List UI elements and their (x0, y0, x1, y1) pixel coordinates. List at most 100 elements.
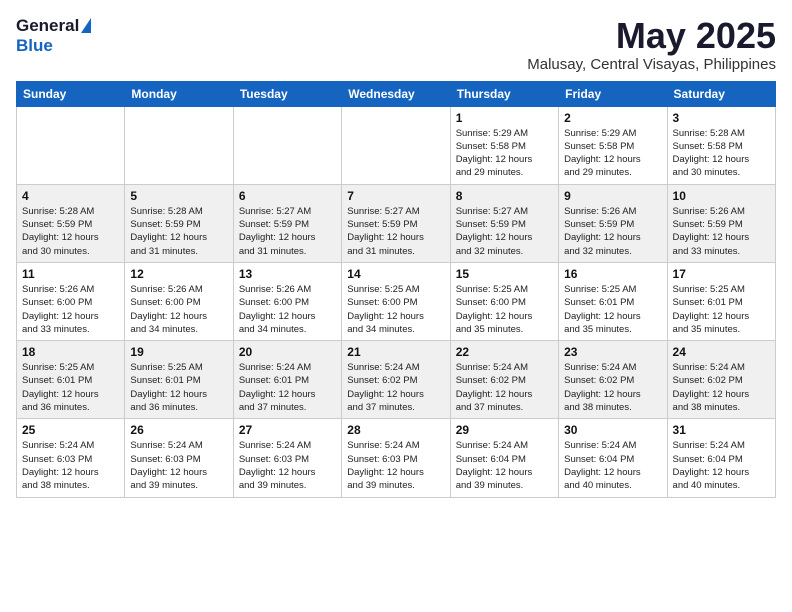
logo: General Blue (16, 16, 91, 56)
day-info: Sunrise: 5:25 AMSunset: 6:00 PMDaylight:… (456, 283, 553, 336)
day-of-week-header: Thursday (450, 81, 558, 106)
day-info: Sunrise: 5:26 AMSunset: 6:00 PMDaylight:… (22, 283, 119, 336)
calendar-week-row: 4 Sunrise: 5:28 AMSunset: 5:59 PMDaylight… (17, 184, 776, 262)
day-info: Sunrise: 5:24 AMSunset: 6:04 PMDaylight:… (673, 439, 770, 492)
day-info: Sunrise: 5:25 AMSunset: 6:01 PMDaylight:… (22, 361, 119, 414)
calendar-day-cell: 26 Sunrise: 5:24 AMSunset: 6:03 PMDayligh… (125, 419, 233, 497)
calendar-day-cell (125, 106, 233, 184)
day-info: Sunrise: 5:24 AMSunset: 6:04 PMDaylight:… (456, 439, 553, 492)
day-info: Sunrise: 5:24 AMSunset: 6:03 PMDaylight:… (347, 439, 444, 492)
calendar-day-cell (17, 106, 125, 184)
day-number: 26 (130, 423, 227, 437)
day-info: Sunrise: 5:25 AMSunset: 6:01 PMDaylight:… (564, 283, 661, 336)
day-info: Sunrise: 5:25 AMSunset: 6:00 PMDaylight:… (347, 283, 444, 336)
calendar-day-cell: 10 Sunrise: 5:26 AMSunset: 5:59 PMDayligh… (667, 184, 775, 262)
calendar-day-cell: 16 Sunrise: 5:25 AMSunset: 6:01 PMDayligh… (559, 262, 667, 340)
day-info: Sunrise: 5:29 AMSunset: 5:58 PMDaylight:… (564, 127, 661, 180)
day-number: 22 (456, 345, 553, 359)
day-info: Sunrise: 5:27 AMSunset: 5:59 PMDaylight:… (347, 205, 444, 258)
day-of-week-header: Saturday (667, 81, 775, 106)
calendar-day-cell: 2 Sunrise: 5:29 AMSunset: 5:58 PMDaylight… (559, 106, 667, 184)
calendar-day-cell: 30 Sunrise: 5:24 AMSunset: 6:04 PMDayligh… (559, 419, 667, 497)
page-subtitle: Malusay, Central Visayas, Philippines (527, 56, 776, 73)
calendar-day-cell: 19 Sunrise: 5:25 AMSunset: 6:01 PMDayligh… (125, 341, 233, 419)
day-number: 1 (456, 111, 553, 125)
calendar-day-cell: 24 Sunrise: 5:24 AMSunset: 6:02 PMDayligh… (667, 341, 775, 419)
day-number: 16 (564, 267, 661, 281)
calendar-day-cell: 21Sunrise: 5:24 AMSunset: 6:02 PMDayligh… (342, 341, 450, 419)
day-number: 7 (347, 189, 444, 203)
day-number: 24 (673, 345, 770, 359)
day-info: Sunrise: 5:26 AMSunset: 5:59 PMDaylight:… (673, 205, 770, 258)
calendar-day-cell: 27 Sunrise: 5:24 AMSunset: 6:03 PMDayligh… (233, 419, 341, 497)
calendar-day-cell: 3Sunrise: 5:28 AMSunset: 5:58 PMDaylight… (667, 106, 775, 184)
day-info: Sunrise: 5:28 AMSunset: 5:59 PMDaylight:… (22, 205, 119, 258)
page-title: May 2025 (527, 16, 776, 56)
day-number: 12 (130, 267, 227, 281)
day-info: Sunrise: 5:29 AMSunset: 5:58 PMDaylight:… (456, 127, 553, 180)
day-number: 23 (564, 345, 661, 359)
calendar-day-cell: 25 Sunrise: 5:24 AMSunset: 6:03 PMDayligh… (17, 419, 125, 497)
day-number: 30 (564, 423, 661, 437)
calendar-day-cell: 8Sunrise: 5:27 AMSunset: 5:59 PMDaylight… (450, 184, 558, 262)
calendar-day-cell: 4 Sunrise: 5:28 AMSunset: 5:59 PMDaylight… (17, 184, 125, 262)
day-number: 2 (564, 111, 661, 125)
day-info: Sunrise: 5:25 AMSunset: 6:01 PMDaylight:… (673, 283, 770, 336)
day-number: 6 (239, 189, 336, 203)
day-info: Sunrise: 5:24 AMSunset: 6:04 PMDaylight:… (564, 439, 661, 492)
calendar-day-cell: 28Sunrise: 5:24 AMSunset: 6:03 PMDayligh… (342, 419, 450, 497)
day-info: Sunrise: 5:24 AMSunset: 6:03 PMDaylight:… (239, 439, 336, 492)
day-number: 14 (347, 267, 444, 281)
day-number: 11 (22, 267, 119, 281)
day-info: Sunrise: 5:24 AMSunset: 6:01 PMDaylight:… (239, 361, 336, 414)
day-of-week-header: Wednesday (342, 81, 450, 106)
day-info: Sunrise: 5:24 AMSunset: 6:03 PMDaylight:… (22, 439, 119, 492)
day-number: 18 (22, 345, 119, 359)
calendar-day-cell: 9 Sunrise: 5:26 AMSunset: 5:59 PMDaylight… (559, 184, 667, 262)
day-number: 21 (347, 345, 444, 359)
day-number: 9 (564, 189, 661, 203)
calendar-day-cell: 7 Sunrise: 5:27 AMSunset: 5:59 PMDaylight… (342, 184, 450, 262)
calendar-day-cell: 20Sunrise: 5:24 AMSunset: 6:01 PMDayligh… (233, 341, 341, 419)
calendar-day-cell: 31 Sunrise: 5:24 AMSunset: 6:04 PMDayligh… (667, 419, 775, 497)
day-of-week-header: Friday (559, 81, 667, 106)
day-info: Sunrise: 5:24 AMSunset: 6:02 PMDaylight:… (456, 361, 553, 414)
title-block: May 2025 Malusay, Central Visayas, Phili… (527, 16, 776, 73)
calendar-header-row: SundayMondayTuesdayWednesdayThursdayFrid… (17, 81, 776, 106)
day-number: 10 (673, 189, 770, 203)
calendar-day-cell: 11 Sunrise: 5:26 AMSunset: 6:00 PMDayligh… (17, 262, 125, 340)
page-header: General Blue May 2025 Malusay, Central V… (16, 16, 776, 73)
day-number: 31 (673, 423, 770, 437)
calendar-day-cell: 14 Sunrise: 5:25 AMSunset: 6:00 PMDayligh… (342, 262, 450, 340)
logo-general: General (16, 16, 91, 36)
day-number: 4 (22, 189, 119, 203)
calendar-day-cell: 17 Sunrise: 5:25 AMSunset: 6:01 PMDayligh… (667, 262, 775, 340)
day-info: Sunrise: 5:27 AMSunset: 5:59 PMDaylight:… (239, 205, 336, 258)
day-number: 27 (239, 423, 336, 437)
day-info: Sunrise: 5:24 AMSunset: 6:02 PMDaylight:… (673, 361, 770, 414)
day-number: 3 (673, 111, 770, 125)
calendar-day-cell: 6 Sunrise: 5:27 AMSunset: 5:59 PMDaylight… (233, 184, 341, 262)
day-info: Sunrise: 5:25 AMSunset: 6:01 PMDaylight:… (130, 361, 227, 414)
day-number: 13 (239, 267, 336, 281)
day-number: 15 (456, 267, 553, 281)
day-number: 17 (673, 267, 770, 281)
day-number: 5 (130, 189, 227, 203)
logo-blue: Blue (16, 36, 53, 56)
calendar-table: SundayMondayTuesdayWednesdayThursdayFrid… (16, 81, 776, 498)
day-number: 25 (22, 423, 119, 437)
calendar-day-cell: 13Sunrise: 5:26 AMSunset: 6:00 PMDayligh… (233, 262, 341, 340)
calendar-week-row: 18 Sunrise: 5:25 AMSunset: 6:01 PMDayligh… (17, 341, 776, 419)
calendar-day-cell (233, 106, 341, 184)
day-number: 8 (456, 189, 553, 203)
day-info: Sunrise: 5:26 AMSunset: 5:59 PMDaylight:… (564, 205, 661, 258)
calendar-day-cell: 22 Sunrise: 5:24 AMSunset: 6:02 PMDayligh… (450, 341, 558, 419)
calendar-day-cell: 18 Sunrise: 5:25 AMSunset: 6:01 PMDayligh… (17, 341, 125, 419)
day-number: 19 (130, 345, 227, 359)
calendar-week-row: 11 Sunrise: 5:26 AMSunset: 6:00 PMDayligh… (17, 262, 776, 340)
calendar-day-cell: 12Sunrise: 5:26 AMSunset: 6:00 PMDayligh… (125, 262, 233, 340)
calendar-day-cell (342, 106, 450, 184)
day-info: Sunrise: 5:24 AMSunset: 6:02 PMDaylight:… (564, 361, 661, 414)
day-info: Sunrise: 5:24 AMSunset: 6:03 PMDaylight:… (130, 439, 227, 492)
day-of-week-header: Sunday (17, 81, 125, 106)
